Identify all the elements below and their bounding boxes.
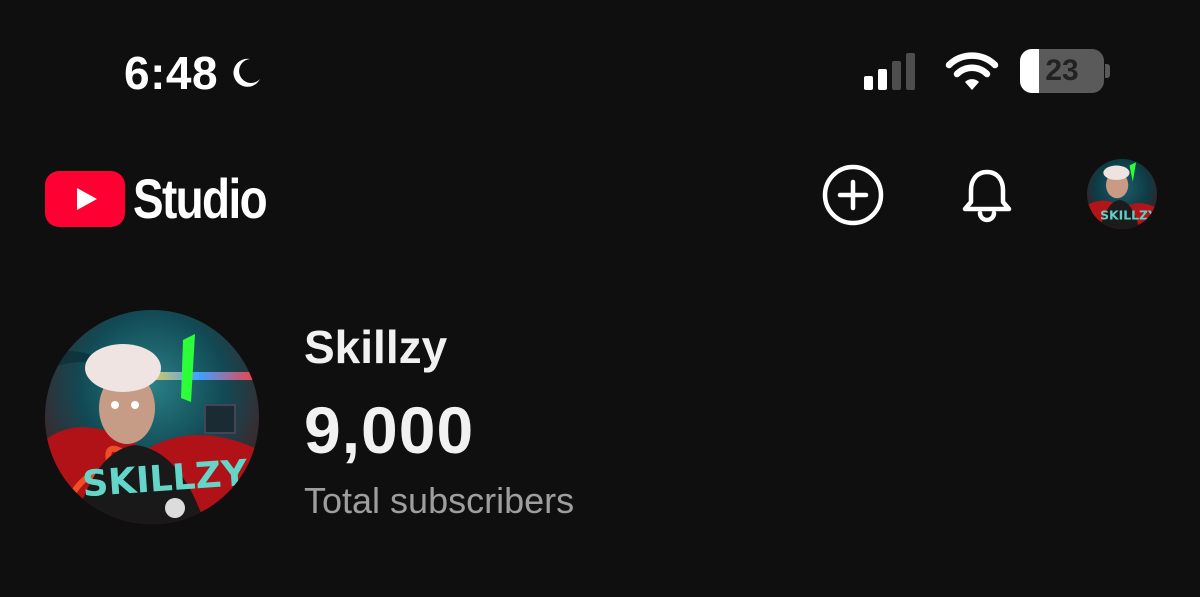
avatar-image: SKILLZY [1087,159,1157,229]
notifications-button[interactable] [954,162,1020,228]
app-name: Studio [133,167,268,230]
avatar-image: SKILLZY [45,310,259,524]
channel-avatar[interactable]: SKILLZY [45,310,259,524]
account-avatar-button[interactable]: SKILLZY [1087,159,1157,229]
signal-bar [864,76,873,90]
moon-icon [233,58,261,87]
channel-summary: SKILLZY Skillzy 9,000 Total subscribers [0,300,1200,540]
battery-icon: 23 [1020,49,1104,93]
signal-bar [906,53,915,90]
create-button[interactable] [820,162,886,228]
clock-group: 6:48 [124,46,264,100]
battery-percent: 23 [1045,54,1079,87]
bell-icon [962,169,1012,223]
battery-cap [1105,64,1110,78]
cellular-signal-icon [864,52,915,90]
studio-logo[interactable]: Studio [45,166,295,231]
plus-circle-icon [822,164,884,226]
app-header: Studio SKILLZY [0,150,1200,240]
screen: 6:48 23 Studio SKILLZY SKILLZY Skillzy 9… [0,0,1200,597]
subscriber-label: Total subscribers [304,480,575,521]
wifi-icon [945,52,999,90]
signal-bar [878,69,887,90]
status-bar: 6:48 23 [0,0,1200,140]
svg-text:SKILLZY: SKILLZY [1100,208,1157,223]
status-time: 6:48 [124,47,219,99]
subscriber-count: 9,000 [304,393,475,467]
signal-bar [892,61,901,90]
channel-name: Skillzy [304,321,448,373]
youtube-play-icon [45,170,125,227]
